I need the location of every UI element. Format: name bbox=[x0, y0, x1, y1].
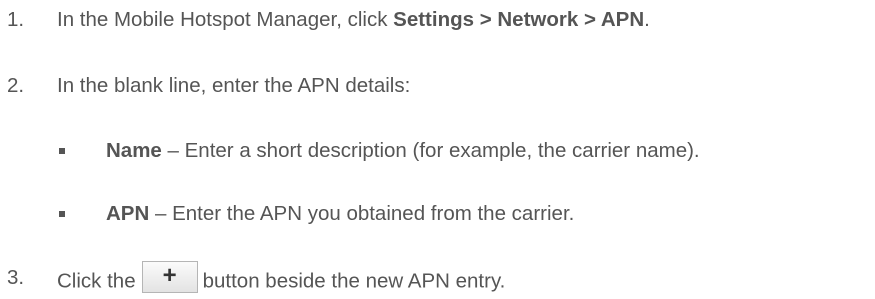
step-text-before: Click the bbox=[57, 269, 136, 293]
sub-item-description: – Enter a short description (for example… bbox=[161, 139, 700, 162]
sub-item-label: Name bbox=[106, 139, 162, 162]
step-text: Click the + button beside the new APN entr… bbox=[57, 261, 506, 298]
step-number: 3. bbox=[7, 266, 25, 289]
sub-item-label: APN bbox=[106, 202, 150, 225]
sub-item-text: Name – Enter a short description (for ex… bbox=[106, 139, 700, 163]
sub-item-text: APN – Enter the APN you obtained from th… bbox=[106, 202, 574, 226]
square-bullet-icon bbox=[59, 211, 65, 217]
step-number: 1. bbox=[7, 8, 25, 31]
step-text-after: button beside the new APN entry. bbox=[202, 269, 506, 293]
add-button[interactable]: + bbox=[141, 261, 198, 293]
step-text: In the blank line, enter the APN details… bbox=[57, 74, 411, 97]
step-number: 2. bbox=[7, 74, 25, 97]
sub-item-description: – Enter the APN you obtained from the ca… bbox=[149, 202, 575, 225]
step-text-after: . bbox=[644, 8, 650, 31]
step-text: In the Mobile Hotspot Manager, click Set… bbox=[57, 8, 650, 32]
menu-path: Settings > Network > APN bbox=[393, 8, 645, 31]
square-bullet-icon bbox=[59, 148, 65, 154]
step-text-before: In the Mobile Hotspot Manager, click bbox=[57, 8, 394, 31]
